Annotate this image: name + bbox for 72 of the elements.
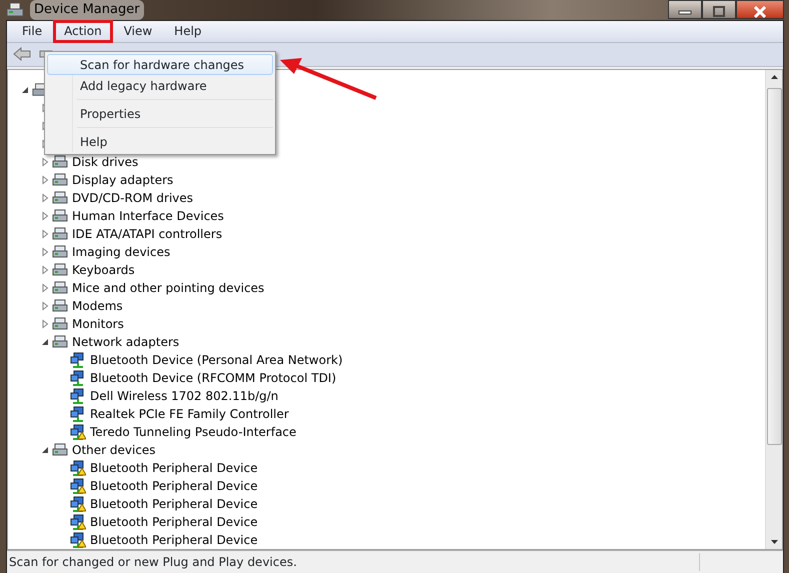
- expander-triangle-icon[interactable]: [40, 192, 50, 202]
- menu-item[interactable]: View: [112, 20, 164, 42]
- tree-item[interactable]: DVD/CD-ROM drives: [72, 188, 194, 206]
- collapse-triangle-icon[interactable]: [20, 84, 30, 94]
- device-icon: [52, 280, 68, 296]
- tree-item[interactable]: Other devices: [72, 440, 156, 458]
- menu-item[interactable]: File: [11, 20, 54, 42]
- tree-item[interactable]: Keyboards: [72, 260, 135, 278]
- tree-item[interactable]: Mice and other pointing devices: [72, 278, 264, 296]
- vertical-scrollbar[interactable]: [765, 70, 782, 548]
- tree-item[interactable]: IDE ATA/ATAPI controllers: [72, 224, 222, 242]
- device-icon: [52, 334, 68, 350]
- warning-icon: [77, 502, 86, 511]
- device-icon: [52, 442, 68, 458]
- device-icon: [52, 190, 68, 206]
- warning-icon: [77, 430, 86, 439]
- collapse-triangle-icon[interactable]: [40, 336, 50, 346]
- maximize-button[interactable]: [702, 0, 736, 19]
- tree-item[interactable]: Modems: [72, 296, 123, 314]
- back-arrow-icon[interactable]: [13, 47, 31, 61]
- tree-item[interactable]: Disk drives: [72, 152, 138, 170]
- expander-triangle-icon[interactable]: [40, 156, 50, 166]
- minimize-icon: [678, 8, 692, 15]
- tree-item[interactable]: Bluetooth Peripheral Device: [90, 494, 258, 512]
- close-button[interactable]: [736, 0, 784, 19]
- tree-item[interactable]: Bluetooth Peripheral Device: [90, 476, 258, 494]
- menu-item[interactable]: Help: [163, 20, 213, 42]
- tree-item[interactable]: Display adapters: [72, 170, 174, 188]
- tree-item[interactable]: Monitors: [72, 314, 124, 332]
- collapse-triangle-icon[interactable]: [40, 444, 50, 454]
- tree-item[interactable]: Realtek PCIe FE Family Controller: [90, 404, 289, 422]
- expander-triangle-icon[interactable]: [40, 300, 50, 310]
- device-icon: [52, 298, 68, 314]
- menu-option[interactable]: Add legacy hardware: [47, 75, 273, 96]
- menu-option[interactable]: Properties: [47, 103, 273, 124]
- expander-triangle-icon[interactable]: [40, 228, 50, 238]
- device-icon: [52, 262, 68, 278]
- expander-triangle-icon[interactable]: [40, 210, 50, 220]
- tree-item[interactable]: Bluetooth Device (RFCOMM Protocol TDI): [90, 368, 336, 386]
- menu-option[interactable]: Scan for hardware changes: [47, 54, 273, 75]
- maximize-icon: [712, 6, 726, 18]
- device-icon: [52, 172, 68, 188]
- warning-icon: [77, 466, 86, 475]
- tree-item[interactable]: Bluetooth Peripheral Device: [90, 530, 258, 548]
- tree-item[interactable]: Dell Wireless 1702 802.11b/g/n: [90, 386, 278, 404]
- minimize-button[interactable]: [668, 0, 702, 19]
- device-manager-icon: [6, 2, 24, 18]
- menu-item[interactable]: Action: [53, 20, 113, 42]
- device-icon: [52, 316, 68, 332]
- expander-triangle-icon[interactable]: [40, 282, 50, 292]
- menu-option[interactable]: Help: [47, 131, 273, 152]
- tree-item[interactable]: Teredo Tunneling Pseudo-Interface: [90, 422, 296, 440]
- tree-item[interactable]: Bluetooth Device (Personal Area Network): [90, 350, 343, 368]
- warning-icon: [77, 538, 86, 547]
- tree-item[interactable]: Imaging devices: [72, 242, 170, 260]
- expander-triangle-icon[interactable]: [40, 318, 50, 328]
- device-icon: [52, 226, 68, 242]
- device-icon: [52, 154, 68, 170]
- tree-item[interactable]: Network adapters: [72, 332, 180, 350]
- tree-item[interactable]: Human Interface Devices: [72, 206, 224, 224]
- window-title: Device Manager: [30, 0, 144, 20]
- expander-triangle-icon[interactable]: [40, 174, 50, 184]
- close-icon: [753, 6, 767, 18]
- tree-item[interactable]: Bluetooth Peripheral Device: [90, 512, 258, 530]
- expander-triangle-icon[interactable]: [40, 246, 50, 256]
- expander-triangle-icon[interactable]: [40, 264, 50, 274]
- device-icon: [52, 244, 68, 260]
- status-text: Scan for changed or new Plug and Play devices.: [7, 552, 700, 570]
- device-icon: [52, 208, 68, 224]
- tree-item[interactable]: Bluetooth Peripheral Device: [90, 458, 258, 476]
- warning-icon: [77, 484, 86, 493]
- warning-icon: [77, 520, 86, 529]
